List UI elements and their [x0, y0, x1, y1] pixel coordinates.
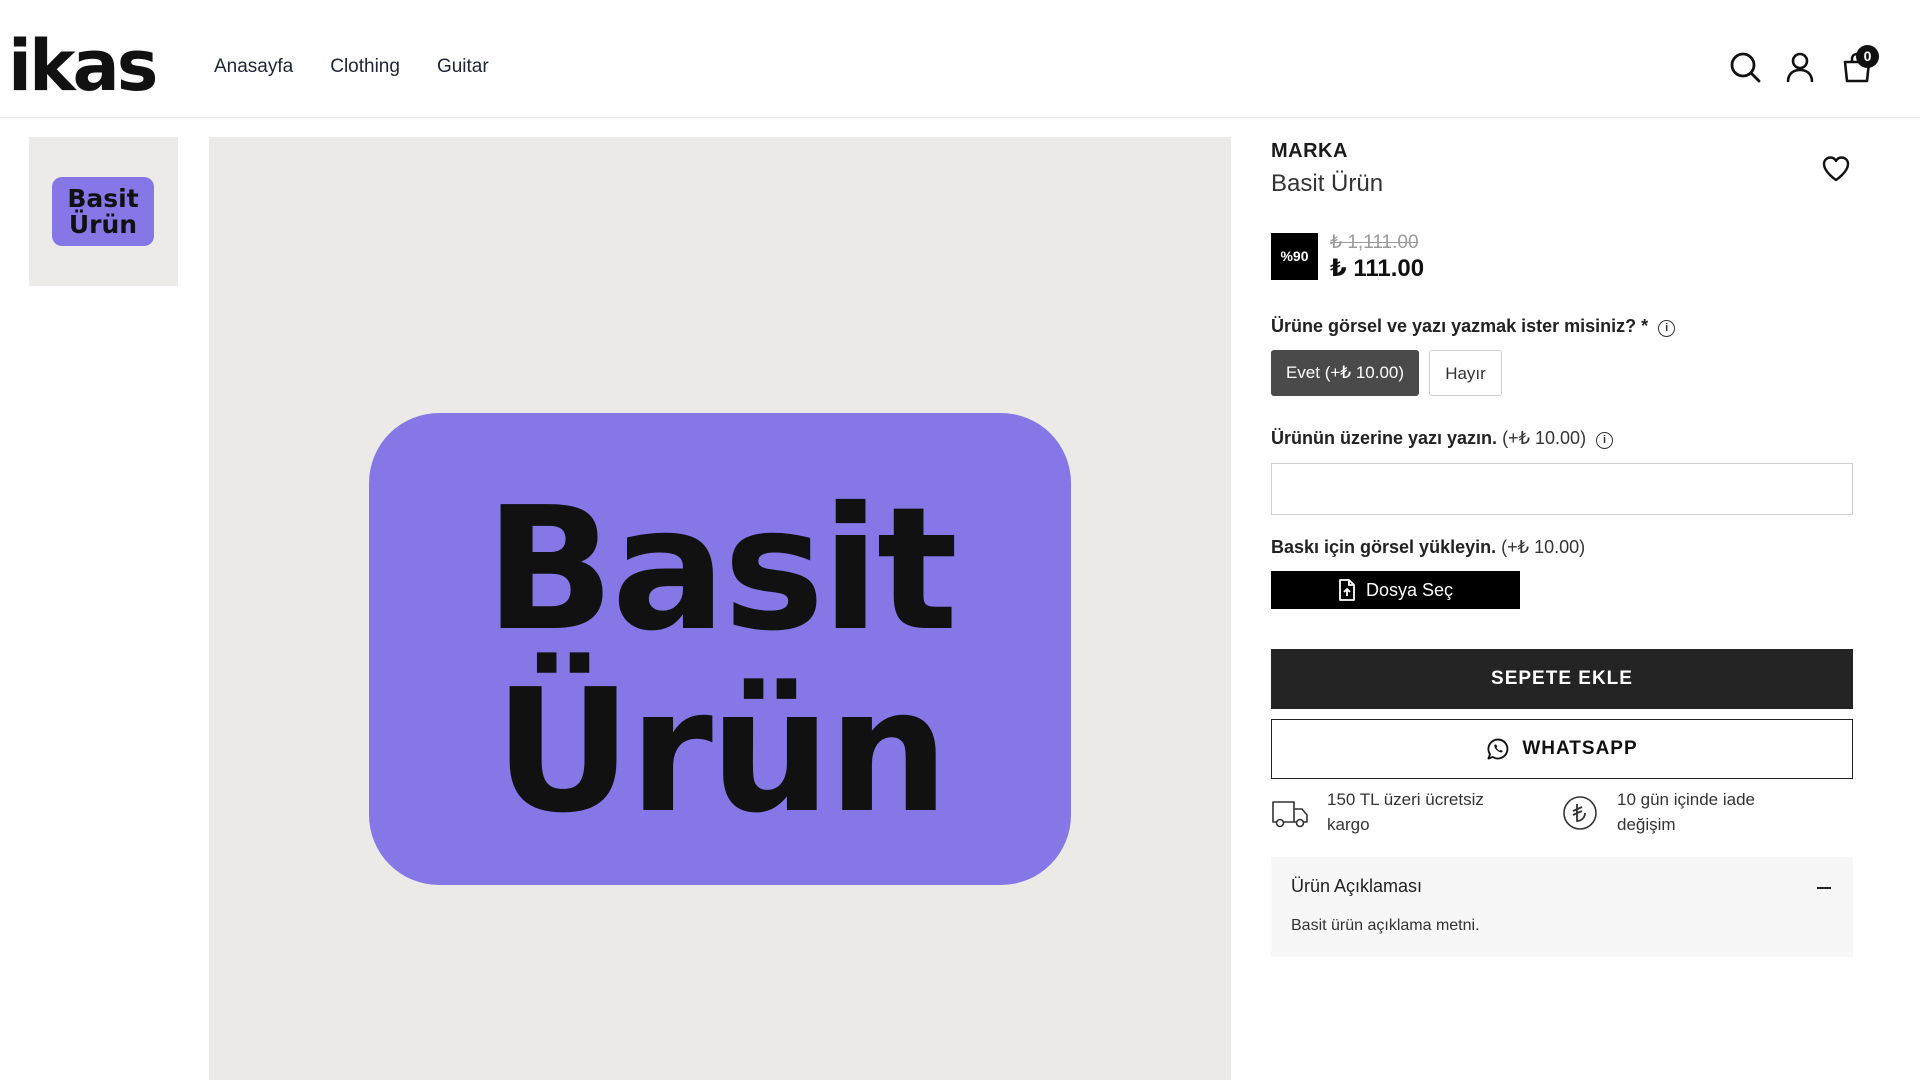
- option-yes-button[interactable]: Evet (+₺ 10.00): [1271, 350, 1419, 396]
- return-feature-line2: değişim: [1617, 815, 1676, 834]
- description-title[interactable]: Ürün Açıklaması: [1291, 876, 1422, 897]
- whatsapp-label: WHATSAPP: [1522, 738, 1638, 759]
- thumbnail-label: Basit Ürün: [52, 177, 154, 246]
- thumbnail-text-line1: Basit: [67, 184, 139, 213]
- product-name: Basit Ürün: [1271, 170, 1384, 197]
- product-brand[interactable]: MARKA: [1271, 140, 1348, 163]
- thumbnail-text-line2: Ürün: [68, 210, 138, 239]
- text-option-label: Ürünün üzerine yazı yazın. (+₺ 10.00) i: [1271, 428, 1614, 449]
- collapse-minus-icon[interactable]: [1817, 887, 1831, 889]
- shipping-feature: 150 TL üzeri ücretsiz kargo: [1327, 787, 1484, 837]
- lira-icon: [1563, 796, 1597, 830]
- image-upload-price: (+₺ 10.00): [1501, 537, 1586, 557]
- site-header: ikas Anasayfa Clothing Guitar 0: [0, 0, 1920, 118]
- product-image-text-line2: Ürün: [494, 653, 949, 851]
- nav-item-guitar[interactable]: Guitar: [437, 56, 489, 78]
- product-thumbnail[interactable]: Basit Ürün: [29, 137, 178, 286]
- choose-file-button[interactable]: Dosya Seç: [1271, 571, 1520, 609]
- info-icon[interactable]: i: [1596, 432, 1614, 449]
- option-question-text: Ürüne görsel ve yazı yazmak ister misini…: [1271, 316, 1649, 336]
- main-nav: Anasayfa Clothing Guitar: [214, 56, 489, 78]
- info-icon[interactable]: i: [1658, 320, 1676, 337]
- custom-text-input[interactable]: [1271, 463, 1853, 515]
- option-question-label: Ürüne görsel ve yazı yazmak ister misini…: [1271, 316, 1676, 337]
- sale-price: ₺ 111.00: [1330, 255, 1425, 282]
- truck-icon: [1272, 801, 1308, 828]
- text-option-title: Ürünün üzerine yazı yazın.: [1271, 428, 1498, 448]
- user-icon[interactable]: [1783, 50, 1817, 84]
- nav-item-clothing[interactable]: Clothing: [330, 56, 400, 78]
- option-no-button[interactable]: Hayır: [1429, 350, 1502, 396]
- add-to-cart-button[interactable]: SEPETE EKLE: [1271, 649, 1853, 709]
- nav-item-anasayfa[interactable]: Anasayfa: [214, 56, 293, 78]
- image-upload-label: Baskı için görsel yükleyin. (+₺ 10.00): [1271, 537, 1585, 558]
- product-image-text-line1: Basit: [484, 471, 958, 669]
- product-main-image[interactable]: Basit Ürün: [209, 137, 1231, 1080]
- return-feature-line1: 10 gün içinde iade: [1617, 790, 1756, 809]
- site-logo[interactable]: ikas: [8, 28, 158, 104]
- favorite-heart-icon[interactable]: [1821, 154, 1851, 184]
- whatsapp-icon: [1487, 738, 1509, 760]
- shipping-feature-line2: kargo: [1327, 815, 1370, 834]
- shipping-feature-line1: 150 TL üzeri ücretsiz: [1327, 790, 1484, 809]
- choose-file-label: Dosya Seç: [1365, 579, 1454, 600]
- product-image-label: Basit Ürün: [369, 413, 1071, 885]
- file-upload-icon: [1339, 579, 1355, 601]
- search-icon[interactable]: [1728, 50, 1762, 84]
- product-description-accordion: Ürün Açıklaması Basit ürün açıklama metn…: [1271, 857, 1853, 957]
- description-text: Basit ürün açıklama metni.: [1291, 917, 1480, 934]
- cart-count-badge: 0: [1856, 45, 1879, 68]
- old-price: ₺ 1,111.00: [1330, 232, 1419, 253]
- text-option-price: (+₺ 10.00): [1502, 428, 1587, 448]
- whatsapp-button[interactable]: WHATSAPP: [1271, 719, 1853, 779]
- return-feature: 10 gün içinde iade değişim: [1617, 787, 1755, 837]
- image-upload-title: Baskı için görsel yükleyin.: [1271, 537, 1497, 557]
- discount-badge: %90: [1271, 233, 1318, 280]
